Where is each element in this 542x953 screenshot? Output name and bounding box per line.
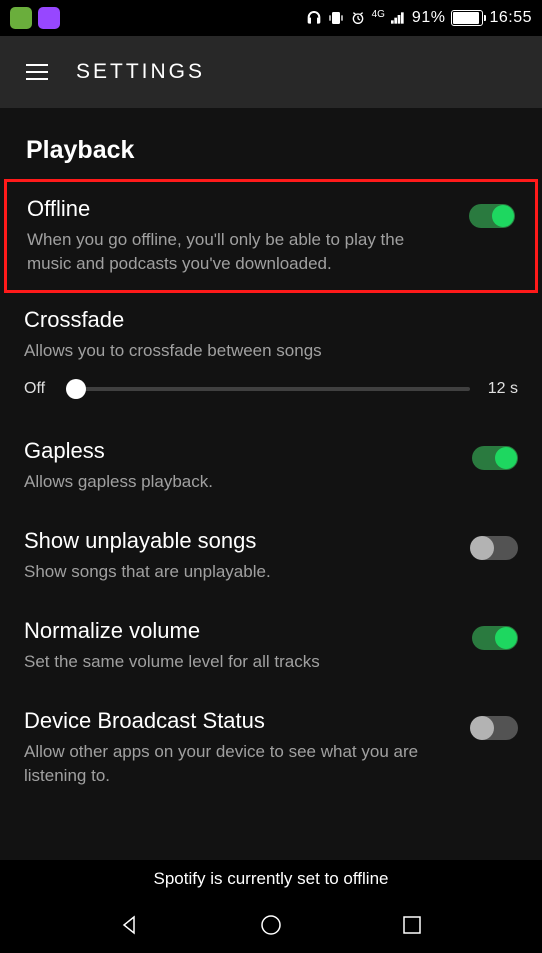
status-left (10, 7, 60, 29)
slider-track[interactable] (66, 387, 470, 391)
setting-desc: Allows you to crossfade between songs (24, 339, 518, 363)
toggle-offline[interactable] (469, 204, 515, 228)
status-bar: 4G 91% 16:55 (0, 0, 542, 36)
status-right: 4G 91% 16:55 (306, 9, 532, 27)
slider-thumb[interactable] (66, 379, 86, 399)
setting-desc: Set the same volume level for all tracks (24, 650, 452, 674)
back-icon[interactable] (118, 913, 142, 937)
setting-desc: When you go offline, you'll only be able… (27, 228, 449, 276)
setting-title: Normalize volume (24, 618, 452, 644)
slider-max-label: 12 s (482, 380, 518, 398)
network-type: 4G (372, 9, 385, 20)
vibrate-icon (328, 10, 344, 26)
toggle-broadcast[interactable] (472, 716, 518, 740)
section-title: Playback (26, 136, 518, 165)
headphones-icon (306, 10, 322, 26)
signal-block: 4G (372, 10, 406, 26)
settings-content: Playback Offline When you go offline, yo… (0, 108, 542, 860)
setting-desc: Show songs that are unplayable. (24, 560, 452, 584)
setting-broadcast[interactable]: Device Broadcast Status Allow other apps… (24, 694, 518, 792)
alarm-icon (350, 10, 366, 26)
setting-normalize[interactable]: Normalize volume Set the same volume lev… (24, 604, 518, 694)
clock: 16:55 (489, 9, 532, 27)
highlighted-setting: Offline When you go offline, you'll only… (4, 179, 538, 293)
recent-icon[interactable] (400, 913, 424, 937)
app-header: SETTINGS (0, 36, 542, 108)
setting-crossfade: Crossfade Allows you to crossfade betwee… (24, 293, 518, 371)
toggle-unplayable[interactable] (472, 536, 518, 560)
setting-title: Gapless (24, 438, 452, 464)
setting-title: Show unplayable songs (24, 528, 452, 554)
menu-icon[interactable] (26, 64, 48, 80)
caption-text: Spotify is currently set to offline (154, 869, 389, 889)
battery-percent: 91% (412, 9, 446, 27)
slider-min-label: Off (24, 380, 54, 398)
setting-desc: Allows gapless playback. (24, 470, 452, 494)
toggle-normalize[interactable] (472, 626, 518, 650)
setting-title: Offline (27, 196, 449, 222)
crossfade-slider[interactable]: Off 12 s (24, 370, 518, 424)
setting-offline[interactable]: Offline When you go offline, you'll only… (27, 192, 515, 284)
android-nav-bar (0, 897, 542, 953)
setting-title: Device Broadcast Status (24, 708, 452, 734)
setting-title: Crossfade (24, 307, 518, 333)
setting-gapless[interactable]: Gapless Allows gapless playback. (24, 424, 518, 514)
setting-unplayable[interactable]: Show unplayable songs Show songs that ar… (24, 514, 518, 604)
notif-icon-1 (10, 7, 32, 29)
caption-bar: Spotify is currently set to offline (0, 860, 542, 897)
setting-desc: Allow other apps on your device to see w… (24, 740, 452, 788)
page-title: SETTINGS (76, 60, 205, 84)
signal-icon (390, 10, 406, 26)
home-icon[interactable] (259, 913, 283, 937)
battery-icon (451, 10, 483, 26)
notif-icon-2 (38, 7, 60, 29)
toggle-gapless[interactable] (472, 446, 518, 470)
